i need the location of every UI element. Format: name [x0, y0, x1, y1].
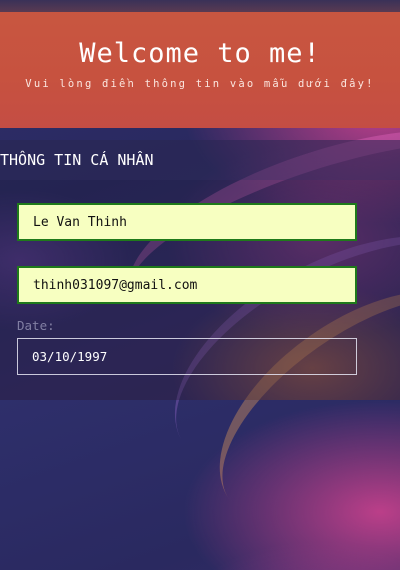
- page-subtitle: Vui lòng điền thông tin vào mẫu dưới đây…: [25, 78, 375, 90]
- page-header: Welcome to me! Vui lòng điền thông tin v…: [0, 0, 400, 128]
- section-title: THÔNG TIN CÁ NHÂN: [0, 151, 154, 169]
- date-field[interactable]: [17, 338, 357, 375]
- date-label: Date:: [17, 318, 55, 333]
- section-header: THÔNG TIN CÁ NHÂN: [0, 140, 400, 180]
- page-title: Welcome to me!: [79, 38, 321, 69]
- name-field[interactable]: [17, 203, 357, 241]
- email-field[interactable]: [17, 266, 357, 304]
- header-top-strip: [0, 0, 400, 12]
